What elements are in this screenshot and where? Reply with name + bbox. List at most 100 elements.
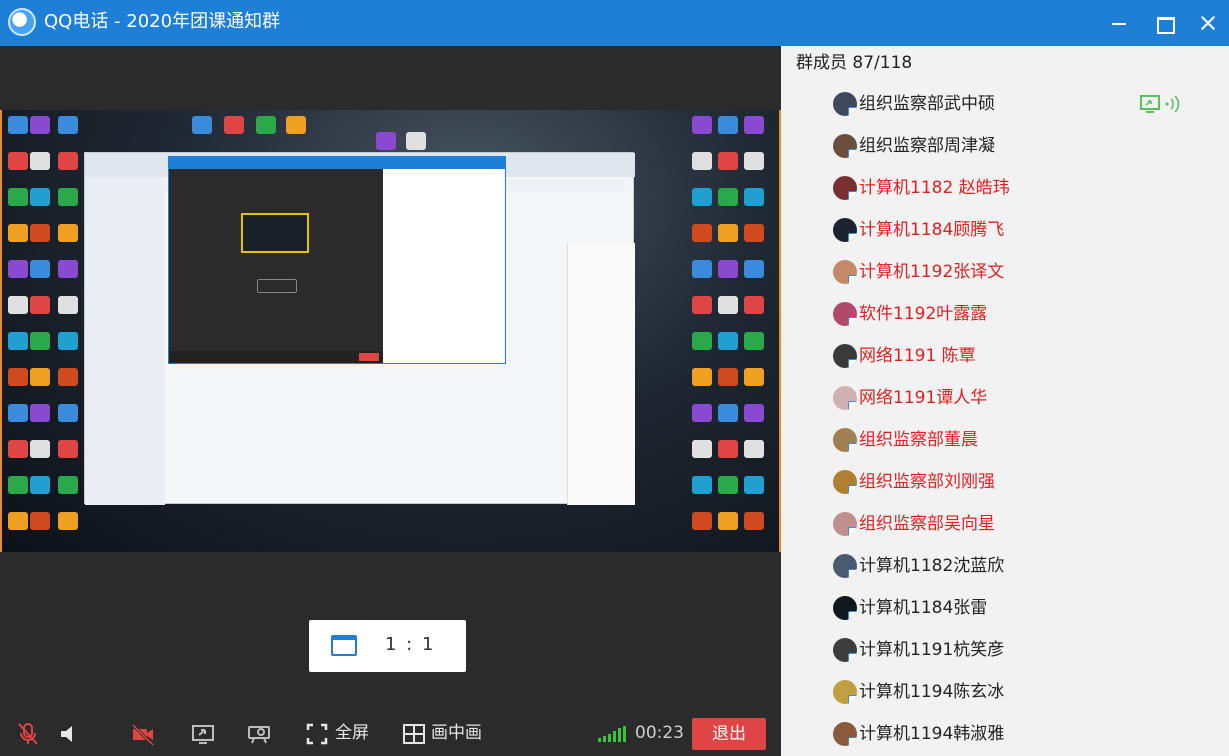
desktop-app-icon — [30, 224, 50, 242]
desktop-app-icon — [8, 332, 28, 350]
desktop-app-icon — [744, 440, 764, 458]
desktop-app-icon — [406, 132, 426, 150]
member-item[interactable]: 计算机1184张雷 — [833, 593, 1223, 623]
desktop-app-icon — [58, 404, 78, 422]
desktop-app-icon — [376, 132, 396, 150]
desktop-app-icon — [30, 296, 50, 314]
member-item[interactable]: 计算机1192张译文 — [833, 257, 1223, 287]
desktop-app-icon — [718, 440, 738, 458]
shared-call-video — [169, 169, 383, 363]
desktop-app-icon — [744, 188, 764, 206]
member-item[interactable]: 计算机1194韩淑雅 — [833, 719, 1223, 749]
member-item[interactable]: 计算机1194陈玄冰 — [833, 677, 1223, 707]
fullscreen-label[interactable]: 全屏 — [335, 723, 369, 743]
desktop-app-icon — [744, 404, 764, 422]
call-toolbar: 全屏 画中画 00:23 退出 — [0, 710, 781, 756]
desktop-app-icon — [30, 440, 50, 458]
device-badge-icon — [848, 233, 857, 242]
member-item[interactable]: 计算机1184顾腾飞 — [833, 215, 1223, 245]
desktop-app-icon — [692, 512, 712, 530]
desktop-app-icon — [8, 512, 28, 530]
shared-call-toolbar — [169, 351, 383, 363]
desktop-app-icon — [692, 404, 712, 422]
member-name: 网络1191 陈覃 — [859, 346, 976, 366]
desktop-app-icon — [692, 368, 712, 386]
desktop-app-icon — [744, 512, 764, 530]
desktop-app-icon — [744, 296, 764, 314]
maximize-button[interactable] — [1149, 8, 1179, 38]
avatar — [833, 722, 857, 746]
desktop-app-icon — [58, 188, 78, 206]
desktop-app-icon — [30, 116, 50, 134]
member-name: 软件1192叶露露 — [859, 304, 988, 324]
member-item[interactable]: 软件1192叶露露 — [833, 299, 1223, 329]
device-badge-icon — [848, 611, 857, 620]
picture-in-picture-icon[interactable] — [401, 721, 427, 747]
desktop-app-icon — [744, 152, 764, 170]
desktop-app-icon — [718, 224, 738, 242]
member-item[interactable]: 网络1191 陈覃 — [833, 341, 1223, 371]
member-item[interactable]: 组织监察部周津凝 — [833, 131, 1223, 161]
screen-share-view[interactable] — [0, 110, 781, 552]
avatar — [833, 554, 857, 578]
member-item[interactable]: 组织监察部刘刚强 — [833, 467, 1223, 497]
desktop-app-icon — [58, 152, 78, 170]
desktop-app-icon — [692, 188, 712, 206]
desktop-app-icon — [718, 188, 738, 206]
member-name: 计算机1194陈玄冰 — [859, 682, 1005, 702]
screen-share-icon[interactable] — [190, 721, 216, 747]
desktop-app-icon — [718, 152, 738, 170]
member-name: 网络1191谭人华 — [859, 388, 988, 408]
window-icon — [331, 635, 357, 656]
desktop-app-icon — [718, 476, 738, 494]
picture-in-picture-label[interactable]: 画中画 — [431, 723, 482, 743]
avatar — [833, 638, 857, 662]
desktop-app-icon — [744, 116, 764, 134]
desktop-app-icon — [692, 224, 712, 242]
desktop-app-icon — [8, 260, 28, 278]
speaker-icon[interactable] — [56, 721, 82, 747]
fullscreen-icon[interactable] — [304, 721, 330, 747]
member-name: 计算机1184张雷 — [859, 598, 988, 618]
close-button[interactable] — [1193, 8, 1223, 38]
exit-button[interactable]: 退出 — [692, 718, 766, 750]
mic-muted-icon[interactable] — [15, 721, 41, 747]
device-badge-icon — [848, 569, 857, 578]
device-badge-icon — [848, 695, 857, 704]
member-item[interactable]: 网络1191谭人华 — [833, 383, 1223, 413]
projector-icon[interactable] — [246, 721, 272, 747]
desktop-app-icon — [192, 116, 212, 134]
member-name: 组织监察部周津凝 — [859, 136, 995, 156]
member-name: 计算机1194韩淑雅 — [859, 724, 1005, 744]
ratio-toggle-button[interactable]: 1 : 1 — [309, 620, 466, 672]
shared-call-exit — [359, 353, 379, 361]
desktop-app-icon — [256, 116, 276, 134]
desktop-app-icon — [58, 260, 78, 278]
member-item[interactable]: 组织监察部吴向星 — [833, 509, 1223, 539]
device-badge-icon — [848, 485, 857, 494]
shared-call-member-list — [383, 169, 505, 363]
desktop-app-icon — [8, 404, 28, 422]
camera-off-icon[interactable] — [130, 721, 156, 747]
member-name: 组织监察部吴向星 — [859, 514, 995, 534]
ratio-label: 1 : 1 — [385, 634, 436, 655]
avatar — [833, 596, 857, 620]
member-item[interactable]: 计算机1191杭笑彦 — [833, 635, 1223, 665]
desktop-app-icon — [8, 368, 28, 386]
member-item[interactable]: 计算机1182沈蓝欣 — [833, 551, 1223, 581]
desktop-app-icon — [58, 440, 78, 458]
desktop-app-icon — [692, 332, 712, 350]
device-badge-icon — [848, 401, 857, 410]
desktop-app-icon — [692, 116, 712, 134]
desktop-app-icon — [30, 332, 50, 350]
member-name: 计算机1192张译文 — [859, 262, 1005, 282]
screen-sharing-status-icon — [1140, 93, 1184, 115]
desktop-app-icon — [30, 404, 50, 422]
minimize-button[interactable] — [1104, 8, 1134, 38]
member-item[interactable]: 计算机1182 赵皓玮 — [833, 173, 1223, 203]
member-item[interactable]: 组织监察部董晨 — [833, 425, 1223, 455]
desktop-app-icon — [8, 224, 28, 242]
device-badge-icon — [848, 191, 857, 200]
desktop-app-icon — [692, 476, 712, 494]
desktop-app-icon — [718, 260, 738, 278]
